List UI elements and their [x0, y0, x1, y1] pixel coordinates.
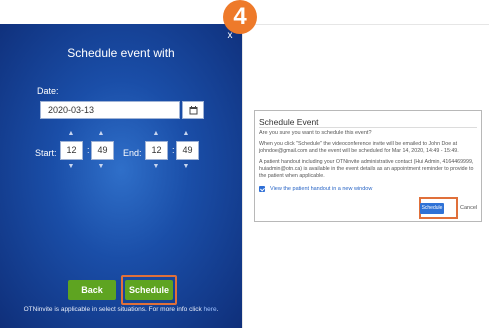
start-hour-up-icon[interactable]: ▲ [66, 130, 76, 138]
dialog-schedule-button[interactable]: Schedule [420, 203, 444, 214]
date-input[interactable]: 2020-03-13 [40, 101, 180, 119]
start-minute-input[interactable]: 49 [91, 141, 114, 160]
end-minute-up-icon[interactable]: ▲ [181, 130, 191, 138]
handout-checkbox[interactable] [259, 186, 265, 192]
start-hour-down-icon[interactable]: ▼ [66, 163, 76, 171]
dialog-divider [259, 127, 477, 128]
time-separator: : [172, 145, 175, 155]
footnote: OTNinvite is applicable in select situat… [0, 306, 242, 313]
dialog-cancel-button[interactable]: Cancel [460, 205, 477, 211]
schedule-button[interactable]: Schedule [125, 280, 173, 300]
step-badge: 4 [223, 0, 257, 34]
start-label: Start: [35, 148, 57, 158]
dialog-question: Are you sure you want to schedule this e… [259, 130, 372, 136]
dialog-paragraph-invite: When you click "Schedule" the videoconfe… [259, 141, 459, 154]
calendar-button[interactable] [182, 101, 204, 119]
start-hour-input[interactable]: 12 [60, 141, 83, 160]
end-minute-down-icon[interactable]: ▼ [181, 163, 191, 171]
calendar-icon [189, 106, 198, 115]
date-label: Date: [37, 86, 59, 96]
back-button[interactable]: Back [68, 280, 116, 300]
end-minute-input[interactable]: 49 [176, 141, 199, 160]
schedule-event-dialog: Schedule Event Are you sure you want to … [254, 110, 482, 222]
start-minute-down-icon[interactable]: ▼ [96, 163, 106, 171]
schedule-panel: x Schedule event with Date: 2020-03-13 S… [0, 24, 242, 328]
panel-title: Schedule event with [67, 46, 175, 60]
footnote-end: . [216, 306, 219, 313]
footnote-text: OTNinvite is applicable in select situat… [23, 306, 202, 313]
dialog-paragraph-handout: A patient handout including your OTNinvi… [259, 159, 474, 179]
end-hour-down-icon[interactable]: ▼ [151, 163, 161, 171]
time-separator: : [87, 145, 90, 155]
end-hour-input[interactable]: 12 [145, 141, 168, 160]
handout-link[interactable]: View the patient handout in a new window [270, 186, 372, 192]
end-hour-up-icon[interactable]: ▲ [151, 130, 161, 138]
footnote-link[interactable]: here [204, 306, 217, 313]
start-minute-up-icon[interactable]: ▲ [96, 130, 106, 138]
dialog-title: Schedule Event [259, 117, 319, 127]
end-label: End: [123, 148, 142, 158]
